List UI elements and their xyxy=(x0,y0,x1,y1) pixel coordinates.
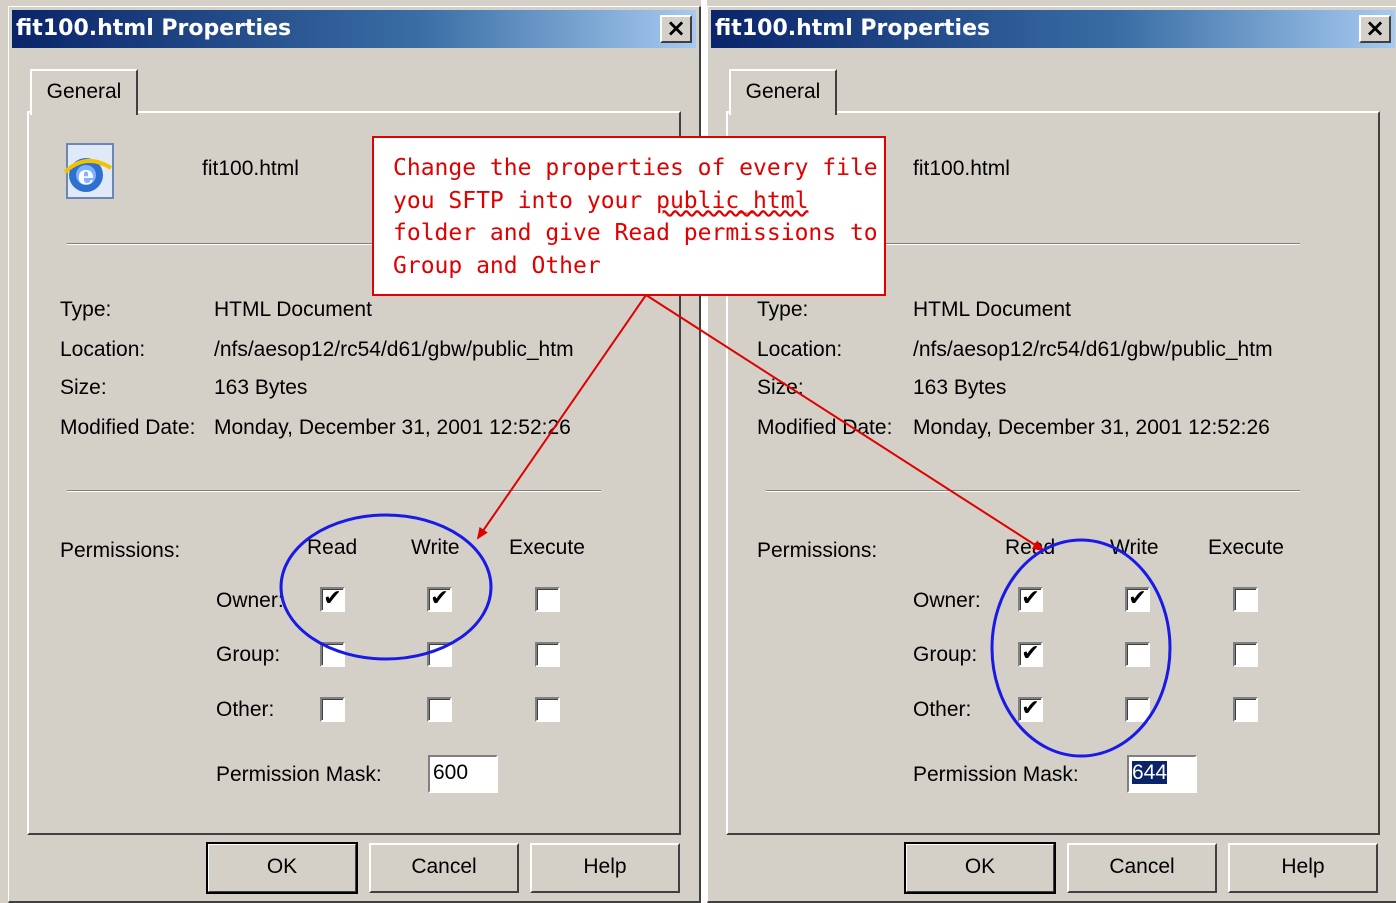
type-label: Type: xyxy=(60,298,112,321)
separator xyxy=(67,490,601,492)
dialog-title: fit100.html Properties xyxy=(715,16,991,41)
group-write-checkbox[interactable] xyxy=(427,642,452,667)
type-value: HTML Document xyxy=(214,298,372,321)
group-execute-checkbox[interactable] xyxy=(535,642,560,667)
callout-line-4: Group and Other xyxy=(393,252,601,279)
callout-public-html: public_html xyxy=(656,187,809,214)
cancel-button[interactable]: Cancel xyxy=(1067,843,1217,893)
other-execute-checkbox[interactable] xyxy=(535,697,560,722)
ok-button[interactable]: OK xyxy=(904,842,1056,894)
other-write-checkbox[interactable] xyxy=(427,697,452,722)
group-read-checkbox[interactable]: ✔ xyxy=(1018,642,1043,667)
ok-button[interactable]: OK xyxy=(206,842,358,894)
owner-execute-checkbox[interactable] xyxy=(535,587,560,612)
instruction-callout: Change the properties of every file you … xyxy=(372,136,886,296)
column-execute: Execute xyxy=(509,536,585,559)
checkmark-icon: ✔ xyxy=(1021,641,1040,666)
checkmark-icon: ✔ xyxy=(1021,586,1040,611)
file-name: fit100.html xyxy=(202,157,299,180)
svg-text:e: e xyxy=(78,161,95,191)
column-read: Read xyxy=(307,536,358,559)
callout-line-2: you SFTP into your public_html xyxy=(393,185,884,218)
owner-read-checkbox[interactable]: ✔ xyxy=(1018,587,1043,612)
group-write-checkbox[interactable] xyxy=(1125,642,1150,667)
tab-general[interactable]: General xyxy=(30,69,138,115)
callout-line-1: Change the properties of every file xyxy=(393,155,878,181)
help-button[interactable]: Help xyxy=(530,843,680,893)
column-write: Write xyxy=(1110,536,1159,559)
close-icon: × xyxy=(1364,14,1386,42)
close-button[interactable]: × xyxy=(1359,15,1391,43)
column-read: Read xyxy=(1005,536,1056,559)
permission-mask-field[interactable]: 644 xyxy=(1127,755,1197,793)
other-read-checkbox[interactable] xyxy=(320,697,345,722)
column-execute: Execute xyxy=(1208,536,1284,559)
dialog-title: fit100.html Properties xyxy=(16,16,292,41)
other-read-checkbox[interactable]: ✔ xyxy=(1018,697,1043,722)
checkmark-icon: ✔ xyxy=(323,586,342,611)
group-label: Group: xyxy=(216,643,281,666)
permission-mask-value: 644 xyxy=(1132,761,1168,784)
group-read-checkbox[interactable] xyxy=(320,642,345,667)
permission-mask-label: Permission Mask: xyxy=(913,763,1079,786)
other-label: Other: xyxy=(913,698,972,721)
owner-label: Owner: xyxy=(216,589,284,612)
help-button[interactable]: Help xyxy=(1228,843,1378,893)
other-write-checkbox[interactable] xyxy=(1125,697,1150,722)
type-value: HTML Document xyxy=(913,298,1071,321)
modified-value: Monday, December 31, 2001 12:52:26 xyxy=(214,416,571,439)
location-label: Location: xyxy=(757,338,843,361)
permission-mask-field[interactable]: 600 xyxy=(428,755,498,793)
checkmark-icon: ✔ xyxy=(1128,586,1147,611)
permissions-label: Permissions: xyxy=(60,539,181,562)
owner-read-checkbox[interactable]: ✔ xyxy=(320,587,345,612)
owner-write-checkbox[interactable]: ✔ xyxy=(1125,587,1150,612)
owner-write-checkbox[interactable]: ✔ xyxy=(427,587,452,612)
callout-line-2-text: you SFTP into your xyxy=(393,187,657,214)
cancel-button[interactable]: Cancel xyxy=(369,843,519,893)
owner-execute-checkbox[interactable] xyxy=(1233,587,1258,612)
close-button[interactable]: × xyxy=(660,15,692,43)
permission-mask-label: Permission Mask: xyxy=(216,763,382,786)
owner-label: Owner: xyxy=(913,589,981,612)
type-label: Type: xyxy=(757,298,809,321)
group-label: Group: xyxy=(913,643,978,666)
modified-value: Monday, December 31, 2001 12:52:26 xyxy=(913,416,1270,439)
other-execute-checkbox[interactable] xyxy=(1233,697,1258,722)
permissions-label: Permissions: xyxy=(757,539,878,562)
checkmark-icon: ✔ xyxy=(1021,696,1040,721)
location-value: /nfs/aesop12/rc54/d61/gbw/public_htm xyxy=(913,338,1273,361)
location-value: /nfs/aesop12/rc54/d61/gbw/public_htm xyxy=(214,338,574,361)
callout-line-3: folder and give Read permissions to xyxy=(393,220,878,246)
modified-label: Modified Date: xyxy=(60,416,196,439)
permission-mask-value: 600 xyxy=(433,761,469,784)
location-label: Location: xyxy=(60,338,146,361)
size-value: 163 Bytes xyxy=(913,376,1007,399)
column-write: Write xyxy=(411,536,460,559)
title-bar[interactable]: fit100.html Properties × xyxy=(711,10,1395,48)
close-icon: × xyxy=(665,14,687,42)
size-label: Size: xyxy=(757,376,804,399)
size-value: 163 Bytes xyxy=(214,376,308,399)
size-label: Size: xyxy=(60,376,107,399)
checkmark-icon: ✔ xyxy=(430,586,449,611)
title-bar[interactable]: fit100.html Properties × xyxy=(12,10,696,48)
file-name: fit100.html xyxy=(913,157,1010,180)
other-label: Other: xyxy=(216,698,275,721)
group-execute-checkbox[interactable] xyxy=(1233,642,1258,667)
separator xyxy=(766,490,1300,492)
html-file-icon: e xyxy=(63,143,114,199)
tab-general[interactable]: General xyxy=(729,69,837,115)
modified-label: Modified Date: xyxy=(757,416,893,439)
